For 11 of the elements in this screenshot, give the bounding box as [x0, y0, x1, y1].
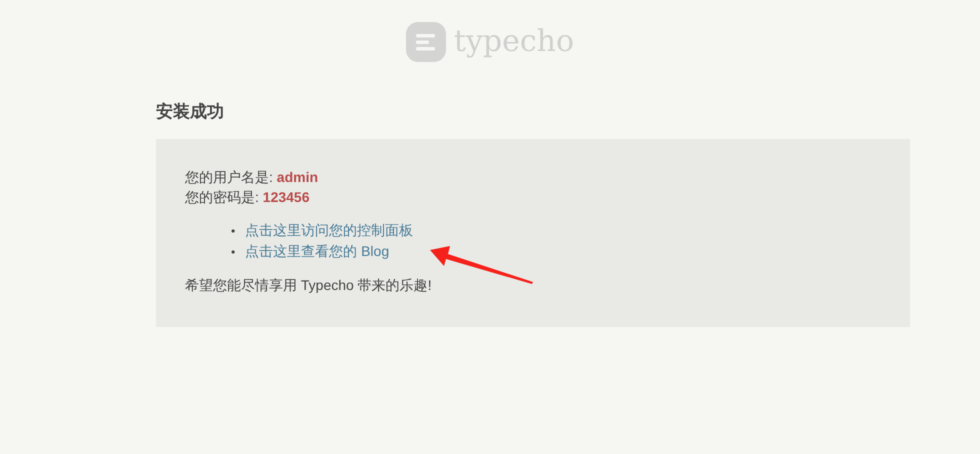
- message-text: 希望您能尽情享用 Typecho 带来的乐趣!: [185, 276, 433, 296]
- link[interactable]: 点击这里访问您的控制面板: [245, 222, 414, 238]
- field-value: admin: [276, 169, 318, 186]
- field-label: 您的密码是:: [185, 189, 260, 206]
- bullet: •: [231, 245, 236, 260]
- bullet: •: [231, 224, 236, 238]
- field-value: 123456: [262, 189, 310, 206]
- field-label: 您的用户名是:: [185, 169, 274, 186]
- link[interactable]: 点击这里查看您的 Blog: [245, 243, 390, 260]
- page-title: 安装成功: [156, 102, 225, 122]
- logo-icon: [406, 22, 446, 62]
